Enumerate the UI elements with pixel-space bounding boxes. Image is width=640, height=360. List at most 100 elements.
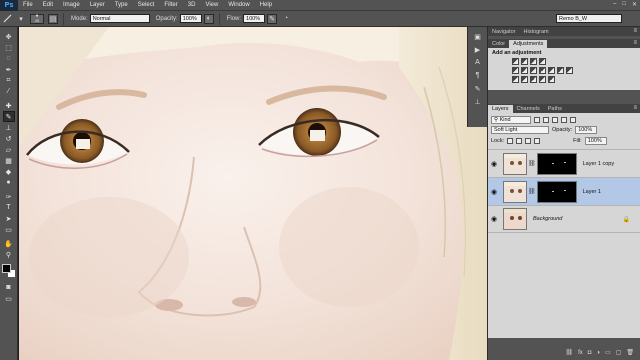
layer-row-background[interactable]: ◉ Background 🔒 (488, 205, 640, 233)
color-swatches[interactable] (1, 264, 16, 278)
minimize-button[interactable]: – (613, 1, 616, 8)
mode-select[interactable]: Normal (89, 14, 150, 23)
delete-layer-icon[interactable]: 🗑 (626, 349, 634, 356)
close-button[interactable]: ✕ (632, 1, 637, 8)
blur-tool-icon[interactable]: ◆ (3, 166, 15, 177)
actions-panel-icon[interactable]: ▶ (472, 44, 484, 55)
levels-icon[interactable] (521, 58, 528, 65)
document-canvas[interactable] (19, 27, 487, 360)
gradient-tool-icon[interactable]: ▦ (3, 155, 15, 166)
lasso-tool-icon[interactable]: ◌ (3, 53, 15, 64)
black-white-icon[interactable] (539, 67, 546, 74)
tab-navigator[interactable]: Navigator (488, 28, 520, 36)
chain-link-icon[interactable]: ⛓ (528, 160, 536, 167)
character-panel-icon[interactable]: A (472, 57, 484, 68)
eraser-tool-icon[interactable]: ▱ (3, 144, 15, 155)
shape-tool-icon[interactable]: ▭ (3, 224, 15, 235)
new-adjustment-layer-icon[interactable]: ◑ (596, 350, 600, 356)
tab-layers[interactable]: Layers (488, 105, 513, 113)
type-tool-icon[interactable]: T (3, 202, 15, 213)
fill-field[interactable]: 100% (584, 136, 607, 145)
foreground-color-swatch[interactable] (1, 264, 11, 273)
eyedropper-tool-icon[interactable]: ⁄ (3, 86, 15, 97)
panel-menu-icon[interactable]: ≡ (633, 27, 637, 36)
chain-link-icon[interactable]: ⛓ (528, 188, 536, 195)
healing-brush-tool-icon[interactable]: ✚ (3, 100, 15, 111)
airbrush-icon[interactable]: ✎ (267, 13, 278, 24)
filter-shape-icon[interactable] (561, 116, 567, 123)
layer-row-layer-1[interactable]: ◉ ⛓ Layer 1 (488, 177, 640, 205)
brush-tool-icon[interactable]: ✎ (2, 111, 15, 122)
hue-saturation-icon[interactable] (521, 67, 528, 74)
eye-icon[interactable]: ◉ (488, 160, 500, 168)
posterize-icon[interactable] (521, 76, 528, 83)
lock-image-icon[interactable] (516, 137, 523, 144)
menu-file[interactable]: File (18, 0, 38, 11)
panel-menu-icon[interactable]: ≡ (633, 39, 637, 48)
chevron-down-icon[interactable]: ▾ (16, 14, 26, 24)
filter-pixel-icon[interactable] (534, 116, 540, 123)
path-select-tool-icon[interactable]: ➤ (3, 213, 15, 224)
marquee-tool-icon[interactable]: ⬚ (3, 42, 15, 53)
brush-tool-icon[interactable] (2, 14, 12, 24)
curves-icon[interactable] (530, 58, 537, 65)
menu-view[interactable]: View (200, 0, 223, 11)
panel-menu-icon[interactable]: ≡ (633, 104, 637, 113)
hand-tool-icon[interactable]: ✋ (3, 238, 15, 249)
layer-mask-thumbnail[interactable] (536, 152, 577, 175)
lock-transparent-icon[interactable] (507, 137, 514, 144)
new-group-icon[interactable]: ▭ (605, 349, 611, 356)
blend-mode-select[interactable]: Soft Light (491, 125, 549, 134)
exposure-icon[interactable] (539, 58, 546, 65)
lock-position-icon[interactable] (525, 137, 532, 144)
layer-mask-thumbnail[interactable] (536, 180, 577, 203)
menu-help[interactable]: Help (255, 0, 277, 11)
pressure-opacity-icon[interactable]: ◐ (203, 13, 214, 24)
crop-tool-icon[interactable]: ⌗ (3, 75, 15, 86)
invert-icon[interactable] (512, 76, 519, 83)
flow-field[interactable]: 100% (243, 14, 266, 23)
dodge-tool-icon[interactable]: ● (3, 177, 15, 188)
menu-3d[interactable]: 3D (183, 0, 201, 11)
color-lookup-icon[interactable] (566, 67, 573, 74)
vibrance-icon[interactable] (512, 67, 519, 74)
brush-panel-toggle-icon[interactable]: ▤ (48, 13, 58, 24)
eye-icon[interactable]: ◉ (488, 188, 500, 196)
menu-select[interactable]: Select (133, 0, 160, 11)
lock-all-icon[interactable] (534, 137, 541, 144)
layer-style-icon[interactable]: fx (578, 350, 583, 356)
workspace-select[interactable]: Remo B_W (556, 14, 622, 23)
move-tool-icon[interactable]: ✥ (3, 31, 15, 42)
layer-opacity-field[interactable]: 100% (575, 125, 598, 134)
quick-mask-icon[interactable]: ◙ (3, 282, 15, 293)
add-mask-icon[interactable]: ◘ (588, 350, 592, 356)
photo-filter-icon[interactable] (548, 67, 555, 74)
filter-type-icon[interactable] (552, 116, 558, 123)
menu-type[interactable]: Type (110, 0, 133, 11)
tab-channels[interactable]: Channels (513, 105, 544, 113)
screen-mode-icon[interactable]: ▭ (3, 293, 15, 304)
filter-adjustment-icon[interactable] (543, 116, 549, 123)
paragraph-panel-icon[interactable]: ¶ (472, 70, 484, 81)
tab-adjustments[interactable]: Adjustments (509, 40, 548, 48)
opacity-field[interactable]: 100% (179, 14, 202, 23)
pen-tool-icon[interactable]: ✑ (3, 191, 15, 202)
maximize-button[interactable]: □ (622, 1, 626, 8)
menu-layer[interactable]: Layer (85, 0, 110, 11)
link-layers-icon[interactable]: ⛓ (565, 349, 573, 356)
menu-window[interactable]: Window (223, 0, 254, 11)
brightness-contrast-icon[interactable] (512, 58, 519, 65)
tab-color[interactable]: Color (488, 40, 509, 48)
tab-paths[interactable]: Paths (544, 105, 566, 113)
gradient-map-icon[interactable] (539, 76, 546, 83)
eye-icon[interactable]: ◉ (488, 215, 500, 223)
pressure-size-icon[interactable]: ◔ (281, 14, 291, 24)
history-panel-icon[interactable]: ▣ (472, 31, 484, 42)
brush-preset-picker[interactable]: ● 45 (30, 13, 44, 24)
color-balance-icon[interactable] (530, 67, 537, 74)
layer-row-layer-1-copy[interactable]: ◉ ⛓ Layer 1 copy (488, 149, 640, 177)
clone-stamp-tool-icon[interactable]: ⊥ (3, 122, 15, 133)
new-layer-icon[interactable]: ▢ (616, 349, 622, 356)
selective-color-icon[interactable] (548, 76, 555, 83)
layer-filter-kind-select[interactable]: ⚲ Kind (491, 115, 531, 124)
